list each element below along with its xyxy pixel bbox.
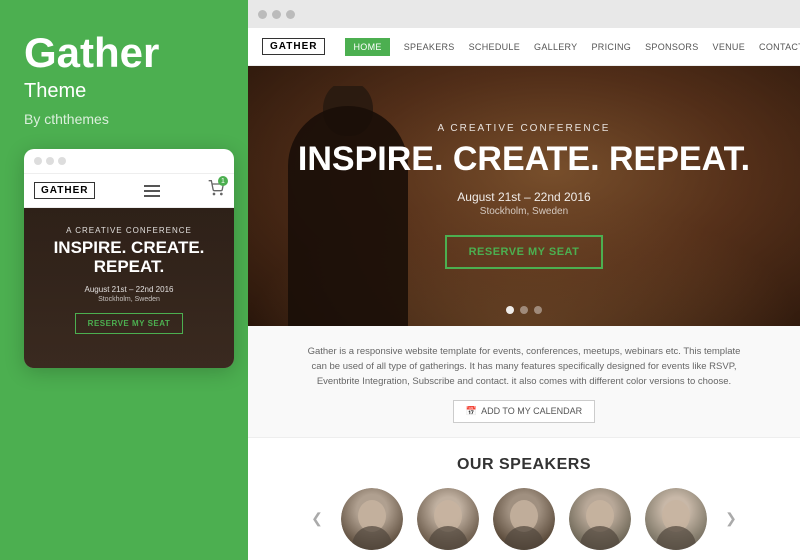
hero-dot-3[interactable] [534, 306, 542, 314]
mobile-headline: INSPIRE. CREATE. REPEAT. [38, 239, 220, 276]
hero-content: A CREATIVE CONFERENCE INSPIRE. CREATE. R… [248, 66, 800, 326]
nav-sponsors[interactable]: SPONSORS [645, 42, 698, 52]
hamburger-line-1 [144, 185, 160, 187]
hero-cta-button[interactable]: RESERVE MY SEAT [445, 235, 604, 269]
site-hero: A CREATIVE CONFERENCE INSPIRE. CREATE. R… [248, 66, 800, 326]
speakers-next-arrow[interactable]: ❯ [721, 509, 741, 529]
nav-venue[interactable]: VENUE [713, 42, 746, 52]
speakers-prev-arrow[interactable]: ❮ [307, 509, 327, 529]
mobile-dot-yellow [46, 157, 54, 165]
speaker-face-5 [645, 488, 707, 550]
hamburger-line-2 [144, 190, 160, 192]
browser-chrome [248, 0, 800, 28]
mobile-dots [34, 157, 66, 165]
speaker-image-5 [645, 488, 707, 550]
speaker-body-3 [504, 526, 544, 550]
speaker-image-3 [493, 488, 555, 550]
speaker-avatar-4 [569, 488, 631, 550]
hamburger-icon[interactable] [144, 185, 160, 197]
browser-dot-2 [272, 10, 281, 19]
speaker-body-1 [352, 526, 392, 550]
mobile-date: August 21st – 22nd 2016 [38, 285, 220, 294]
mobile-dot-red [34, 157, 42, 165]
mobile-cart-icon[interactable]: 1 [208, 180, 224, 201]
mobile-logo: GATHER [34, 182, 95, 199]
speaker-image-1 [341, 488, 403, 550]
site-nav-links: HOME SPEAKERS SCHEDULE GALLERY PRICING S… [345, 36, 800, 57]
speaker-image-2 [417, 488, 479, 550]
theme-subtitle: Theme [24, 80, 224, 103]
site-logo: GATHER [262, 38, 325, 55]
site-nav: GATHER HOME SPEAKERS SCHEDULE GALLERY PR… [248, 28, 800, 66]
browser-dot-1 [258, 10, 267, 19]
speaker-face-4 [569, 488, 631, 550]
hero-date: August 21st – 22nd 2016 [457, 190, 590, 204]
browser-dot-3 [286, 10, 295, 19]
mobile-nav-bar: GATHER 1 [24, 174, 234, 208]
calendar-btn-label: ADD TO MY CALENDAR [481, 406, 582, 416]
mobile-hero: A CREATIVE CONFERENCE INSPIRE. CREATE. R… [24, 208, 234, 368]
hamburger-line-3 [144, 195, 160, 197]
speaker-face-2 [417, 488, 479, 550]
theme-title: Gather [24, 30, 224, 76]
speaker-avatar-5 [645, 488, 707, 550]
speaker-avatar-1 [341, 488, 403, 550]
speaker-avatar-2 [417, 488, 479, 550]
description-text: Gather is a responsive website template … [304, 344, 744, 390]
speakers-title: OUR SPEAKERS [268, 456, 780, 474]
mobile-conference-label: A CREATIVE CONFERENCE [38, 226, 220, 235]
mobile-mockup: GATHER 1 A CREATIVE CONFERENCE IN [24, 149, 234, 368]
nav-speakers[interactable]: SPEAKERS [404, 42, 455, 52]
nav-contact[interactable]: CONTACT [759, 42, 800, 52]
hero-location: Stockholm, Sweden [480, 206, 568, 217]
left-panel: Gather Theme By cththemes GATHER [0, 0, 248, 550]
mobile-dot-green [58, 157, 66, 165]
site-speakers: OUR SPEAKERS ❮ [248, 438, 800, 560]
speaker-body-5 [656, 526, 696, 550]
speaker-face-3 [493, 488, 555, 550]
speakers-row: ❮ [268, 488, 780, 550]
speaker-image-4 [569, 488, 631, 550]
mobile-cta-button[interactable]: RESERVE MY SEAT [75, 313, 184, 334]
nav-gallery[interactable]: GALLERY [534, 42, 577, 52]
hero-conference-label: A CREATIVE CONFERENCE [438, 123, 611, 134]
nav-home[interactable]: HOME [345, 38, 389, 56]
add-to-calendar-button[interactable]: 📅 ADD TO MY CALENDAR [453, 400, 595, 423]
speaker-body-4 [580, 526, 620, 550]
cart-badge: 1 [218, 176, 228, 186]
hero-dots [506, 306, 542, 314]
calendar-icon: 📅 [466, 406, 477, 417]
nav-pricing[interactable]: PRICING [592, 42, 632, 52]
theme-author: By cththemes [24, 111, 224, 127]
hero-dot-2[interactable] [520, 306, 528, 314]
mobile-top-bar [24, 149, 234, 174]
speaker-face-1 [341, 488, 403, 550]
mobile-location: Stockholm, Sweden [38, 296, 220, 303]
mobile-hero-content: A CREATIVE CONFERENCE INSPIRE. CREATE. R… [38, 226, 220, 333]
site-description: Gather is a responsive website template … [248, 326, 800, 438]
speaker-body-2 [428, 526, 468, 550]
hero-dot-1[interactable] [506, 306, 514, 314]
right-panel: GATHER HOME SPEAKERS SCHEDULE GALLERY PR… [248, 0, 800, 550]
hero-headline: INSPIRE. CREATE. REPEAT. [298, 142, 750, 178]
speaker-avatar-3 [493, 488, 555, 550]
nav-schedule[interactable]: SCHEDULE [469, 42, 520, 52]
